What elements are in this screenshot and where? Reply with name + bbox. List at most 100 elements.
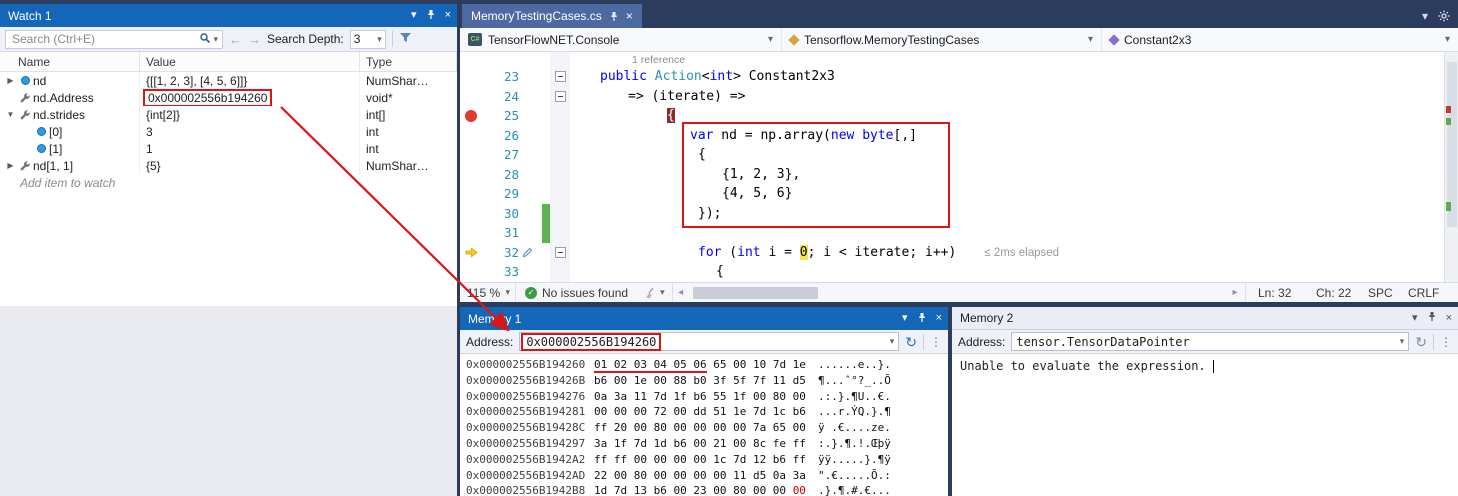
pin-icon[interactable] [917,312,927,326]
line-ending-indicator[interactable]: CRLF [1408,286,1448,300]
refresh-icon[interactable]: ↻ [905,335,917,349]
memory2-message-area[interactable]: Unable to evaluate the expression. [952,354,1458,378]
collapse-icon[interactable] [555,91,566,102]
member-dropdown[interactable]: Constant2x3 ▾ [1102,28,1458,51]
window-menu-icon[interactable]: ▾ [1412,313,1418,324]
tab-close-icon[interactable]: × [626,9,633,23]
memory1-address-input[interactable]: 0x000002556B194260 ▾ [519,332,899,351]
column-header-name[interactable]: Name [0,52,140,71]
breakpoint-icon[interactable] [465,110,477,122]
watch-value-cell[interactable]: {int[2]} [140,106,360,123]
memory2-toolbar: Address: tensor.TensorDataPointer ▾ ↻ ⋮ [952,330,1458,354]
expander-collapsed-icon[interactable]: ▶ [4,161,17,170]
watch-value-cell[interactable]: {5} [140,157,360,174]
scroll-left-icon[interactable]: ◂ [673,287,689,298]
chevron-down-icon[interactable]: ▾ [1400,336,1405,347]
chevron-down-icon[interactable]: ▾ [890,336,895,347]
watch-rows[interactable]: ▶nd{[[1, 2, 3], [4, 5, 6]]}NumShar…nd.Ad… [0,72,457,306]
watch-title-bar[interactable]: Watch 1 ▾ × [0,4,457,27]
watch-value-cell[interactable]: 0x000002556b194260 [140,89,360,106]
memory-ascii: ÿ .€....ze. [818,420,891,436]
code-cleanup-button[interactable]: ▾ [637,283,673,302]
expander-expanded-icon[interactable]: ▼ [4,110,17,119]
type-dropdown[interactable]: Tensorflow.MemoryTestingCases ▾ [782,28,1102,51]
collapse-icon[interactable] [555,247,566,258]
search-options-icon[interactable]: ▾ [213,34,218,45]
codelens-line: 1 reference [460,52,1458,67]
overflow-icon[interactable]: ⋮ [1440,335,1452,349]
zoom-dropdown[interactable]: 115 % ▾ [460,283,516,302]
collapse-icon[interactable] [555,71,566,82]
window-menu-icon[interactable]: ▾ [902,313,908,324]
table-row[interactable]: [1]1int [0,140,457,157]
memory-ascii: .}.¶.#.€... [818,483,891,496]
table-row[interactable]: ▶nd{[[1, 2, 3], [4, 5, 6]]}NumShar… [0,72,457,89]
pin-icon[interactable] [426,9,436,23]
breakpoint-margin[interactable] [460,262,482,282]
close-icon[interactable]: × [936,313,942,324]
line-number: 31 [482,223,522,243]
memory2-title: Memory 2 [960,311,1013,325]
gear-icon[interactable] [1438,10,1450,22]
search-icon[interactable] [199,32,211,47]
issues-indicator[interactable]: ✓ No issues found [516,286,637,300]
close-icon[interactable]: × [445,10,451,21]
codelens-references[interactable]: 1 reference [632,54,685,66]
column-header-value[interactable]: Value [140,52,360,71]
outlining-margin [550,165,570,185]
column-header-type[interactable]: Type [360,52,457,71]
code-editor[interactable]: 1 reference23public Action<int> Constant… [460,52,1458,282]
search-input[interactable]: Search (Ctrl+E) ▾ [5,30,223,49]
breakpoint-margin[interactable] [460,126,482,146]
filter-icon[interactable] [399,32,412,47]
breakpoint-margin[interactable] [460,184,482,204]
search-placeholder: Search (Ctrl+E) [12,32,199,46]
search-next-icon[interactable]: → [248,32,261,47]
line-number: 23 [482,67,522,87]
code-line-29: 29{4, 5, 6} [460,184,1458,204]
breakpoint-margin[interactable] [460,223,482,243]
watch-name-cell: ▶nd[1, 1] [0,157,140,174]
table-row[interactable]: nd.Address0x000002556b194260void* [0,89,457,106]
tab-pin-icon[interactable] [609,11,619,22]
editor-status-bar: 115 % ▾ ✓ No issues found ▾ ◂ ▸ Ln: 32 C… [460,282,1458,302]
horizontal-scrollbar[interactable]: ◂ ▸ [673,283,1246,302]
search-prev-icon[interactable]: ← [229,32,242,47]
breakpoint-margin[interactable] [460,106,482,126]
pin-icon[interactable] [1427,311,1437,325]
window-menu-icon[interactable]: ▾ [411,10,417,21]
table-row[interactable]: ▶nd[1, 1]{5}NumShar… [0,157,457,174]
search-depth-select[interactable]: 3 ▾ [350,30,386,49]
document-list-icon[interactable]: ▾ [1422,9,1428,23]
current-statement-icon[interactable] [460,243,482,263]
table-row[interactable]: ▼nd.strides{int[2]}int[] [0,106,457,123]
expander-collapsed-icon[interactable]: ▶ [4,76,17,85]
scroll-right-icon[interactable]: ▸ [1227,287,1243,298]
breakpoint-margin[interactable] [460,67,482,87]
overflow-icon[interactable]: ⋮ [930,335,942,349]
memory2-address-input[interactable]: tensor.TensorDataPointer ▾ [1011,332,1409,351]
memory1-hex-view[interactable]: 0x000002556B19426001 02 03 04 05 06 65 0… [460,354,948,496]
memory2-title-bar[interactable]: Memory 2 ▾ × [952,307,1458,330]
tab-memorytestingcases[interactable]: MemoryTestingCases.cs × [462,4,642,28]
spaces-indicator[interactable]: SPC [1368,286,1408,300]
memory1-title-bar[interactable]: Memory 1 ▾ × [460,307,948,330]
watch-value-cell[interactable]: {[[1, 2, 3], [4, 5, 6]]} [140,72,360,89]
watch-value-cell[interactable]: 1 [140,140,360,157]
perf-tip[interactable]: ≤ 2ms elapsed [984,247,1059,259]
scrollbar-thumb[interactable] [693,287,818,299]
breakpoint-margin[interactable] [460,165,482,185]
watch-value-cell[interactable]: 3 [140,123,360,140]
vertical-scrollbar[interactable] [1444,52,1458,282]
refresh-icon[interactable]: ↻ [1415,335,1427,349]
table-row[interactable]: [0]3int [0,123,457,140]
breakpoint-margin[interactable] [460,204,482,224]
method-icon [1108,34,1119,45]
memory-address: 0x000002556B194281 [466,404,594,420]
scrollbar-breakpoint-mark [1446,106,1451,113]
project-dropdown[interactable]: C# TensorFlowNET.Console ▾ [460,28,782,51]
close-icon[interactable]: × [1446,313,1452,324]
breakpoint-margin[interactable] [460,87,482,107]
add-watch-item[interactable]: Add item to watch [0,174,457,191]
breakpoint-margin[interactable] [460,145,482,165]
